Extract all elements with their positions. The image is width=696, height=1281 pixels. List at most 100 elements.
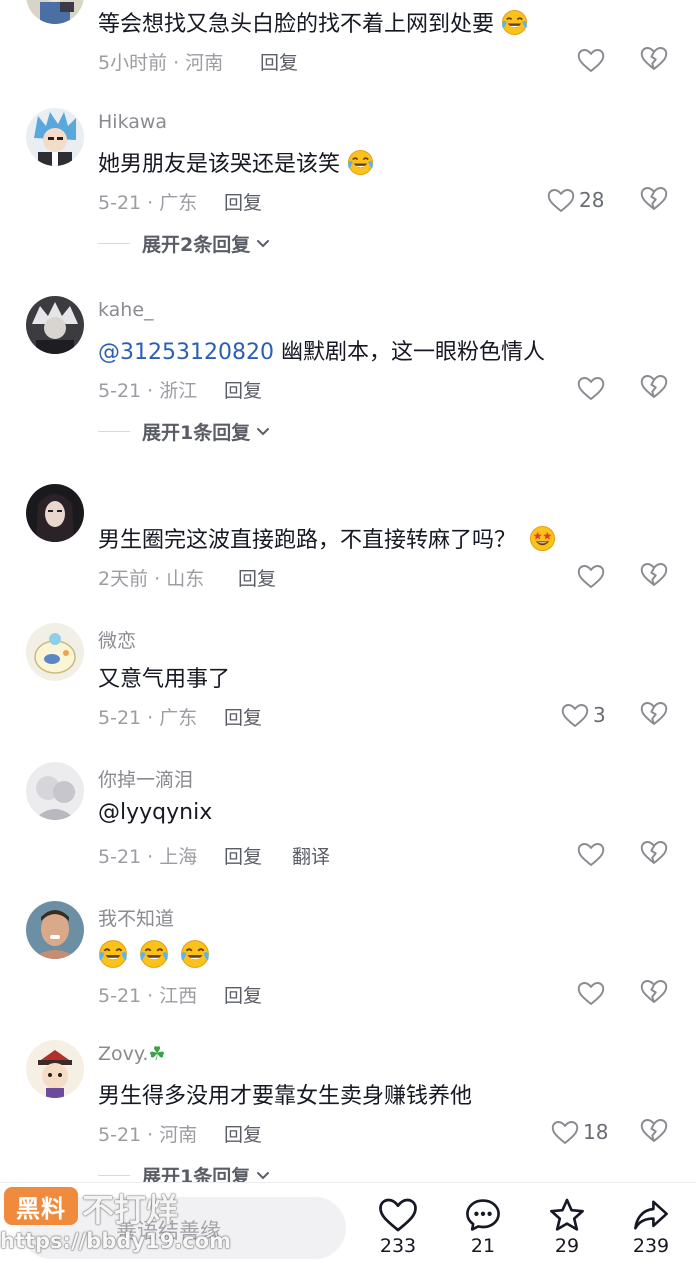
like-count: 28 bbox=[579, 188, 605, 212]
comment-text: @31253120820 幽默剧本，这一眼粉色情人 bbox=[98, 340, 545, 365]
laugh-cry-emoji bbox=[139, 939, 169, 969]
avatar[interactable] bbox=[26, 762, 84, 820]
like-action-button[interactable]: 233 bbox=[363, 1197, 433, 1257]
star-eyes-emoji bbox=[529, 525, 556, 552]
expand-replies-button[interactable]: 展开2条回复 bbox=[98, 230, 270, 257]
avatar[interactable] bbox=[26, 1040, 84, 1098]
comment-text bbox=[98, 939, 210, 969]
reply-button[interactable]: 回复 bbox=[224, 376, 262, 403]
dislike-icon[interactable] bbox=[640, 840, 668, 865]
watermark-title: 不打烊 bbox=[82, 1191, 179, 1229]
avatar[interactable] bbox=[26, 296, 84, 354]
heart-icon bbox=[547, 188, 575, 213]
comment-icon bbox=[466, 1199, 500, 1231]
comment-action-count: 21 bbox=[470, 1235, 496, 1257]
comment-username[interactable]: kahe_ bbox=[98, 299, 154, 321]
divider bbox=[98, 1175, 130, 1176]
comment-text: 男生得多没用才要靠女生卖身赚钱养他 bbox=[98, 1084, 473, 1109]
watermark-badge: 黑料 bbox=[4, 1187, 78, 1225]
star-icon bbox=[550, 1198, 584, 1231]
comment-meta: 5-21 · 广东 bbox=[98, 192, 198, 214]
comment-meta: 5-21 · 江西 bbox=[98, 985, 198, 1007]
comment-text: 等会想找又急头白脸的找不着上网到处要 bbox=[98, 6, 528, 38]
avatar[interactable] bbox=[26, 623, 84, 681]
watermark-url: https://bbdy19.com bbox=[0, 1229, 232, 1253]
dislike-icon[interactable] bbox=[640, 1118, 668, 1143]
like-button[interactable]: 28 bbox=[547, 186, 604, 214]
like-button[interactable] bbox=[577, 840, 605, 868]
divider bbox=[98, 243, 130, 244]
laugh-cry-emoji bbox=[347, 149, 374, 176]
laugh-cry-emoji bbox=[98, 939, 128, 969]
comment-meta: 5-21 · 浙江 bbox=[98, 380, 198, 402]
heart-icon bbox=[577, 376, 605, 401]
share-action-button[interactable]: 239 bbox=[616, 1197, 686, 1257]
avatar[interactable] bbox=[26, 901, 84, 959]
comment-meta: 5-21 · 上海 bbox=[98, 846, 198, 868]
comment-action-button[interactable]: 21 bbox=[448, 1197, 518, 1257]
reply-button[interactable]: 回复 bbox=[238, 564, 276, 591]
chevron-down-icon bbox=[256, 427, 270, 437]
expand-replies-button[interactable]: 展开1条回复 bbox=[98, 418, 270, 445]
comment-username[interactable]: 微恋 bbox=[98, 626, 136, 653]
comment-username[interactable]: Zovy.☘ bbox=[98, 1043, 166, 1065]
comment-username[interactable]: 你掉一滴泪 bbox=[98, 765, 193, 792]
mention-link[interactable]: @lyyqynix bbox=[98, 800, 212, 825]
heart-icon bbox=[577, 981, 605, 1006]
dislike-icon[interactable] bbox=[640, 979, 668, 1004]
comment-text: @lyyqynix bbox=[98, 800, 212, 825]
heart-icon bbox=[577, 48, 605, 73]
favorite-action-button[interactable]: 29 bbox=[532, 1197, 602, 1257]
bottom-action-bar: 善语结善缘 黑料 不打烊 https://bbdy19.com 233 21 2… bbox=[0, 1182, 696, 1281]
reply-button[interactable]: 回复 bbox=[224, 842, 262, 869]
comment-text: 又意气用事了 bbox=[98, 667, 231, 692]
comment-meta: 5-21 · 河南 bbox=[98, 1124, 198, 1146]
clover-icon: ☘ bbox=[148, 1043, 166, 1065]
heart-icon bbox=[577, 842, 605, 867]
like-action-count: 233 bbox=[379, 1235, 417, 1257]
reply-button[interactable]: 回复 bbox=[224, 981, 262, 1008]
like-button[interactable] bbox=[577, 46, 605, 74]
like-count: 3 bbox=[593, 703, 606, 727]
share-icon bbox=[634, 1200, 668, 1230]
like-button[interactable]: 18 bbox=[551, 1118, 608, 1146]
avatar[interactable] bbox=[26, 484, 84, 542]
favorite-action-count: 29 bbox=[554, 1235, 580, 1257]
dislike-icon[interactable] bbox=[640, 701, 668, 726]
heart-icon bbox=[379, 1198, 417, 1232]
comment-text: 她男朋友是该哭还是该笑 bbox=[98, 146, 374, 178]
reply-button[interactable]: 回复 bbox=[224, 1120, 262, 1147]
divider bbox=[98, 431, 130, 432]
comment-meta: 5小时前 · 河南 bbox=[98, 52, 224, 74]
chevron-down-icon bbox=[256, 239, 270, 249]
like-button[interactable] bbox=[577, 979, 605, 1007]
dislike-icon[interactable] bbox=[640, 186, 668, 211]
dislike-icon[interactable] bbox=[640, 374, 668, 399]
reply-button[interactable]: 回复 bbox=[260, 48, 298, 75]
share-action-count: 239 bbox=[632, 1235, 670, 1257]
laugh-cry-emoji bbox=[180, 939, 210, 969]
translate-button[interactable]: 翻译 bbox=[292, 842, 330, 869]
comment-meta: 5-21 · 广东 bbox=[98, 707, 198, 729]
comment-text: 男生圈完这波直接跑路，不直接转麻了吗？ bbox=[98, 522, 556, 554]
like-button[interactable] bbox=[577, 374, 605, 402]
mention-link[interactable]: @31253120820 bbox=[98, 340, 274, 365]
heart-icon bbox=[561, 703, 589, 728]
chevron-down-icon bbox=[256, 1171, 270, 1181]
reply-button[interactable]: 回复 bbox=[224, 703, 262, 730]
avatar[interactable] bbox=[26, 108, 84, 166]
laugh-cry-emoji bbox=[501, 9, 528, 36]
heart-icon bbox=[577, 564, 605, 589]
heart-icon bbox=[551, 1120, 579, 1145]
reply-button[interactable]: 回复 bbox=[224, 188, 262, 215]
expand-replies-label: 展开2条回复 bbox=[142, 234, 251, 256]
like-count: 18 bbox=[583, 1120, 609, 1144]
expand-replies-label: 展开1条回复 bbox=[142, 422, 251, 444]
comment-username[interactable]: Hikawa bbox=[98, 111, 167, 133]
avatar[interactable] bbox=[26, 0, 84, 24]
dislike-icon[interactable] bbox=[640, 46, 668, 71]
like-button[interactable] bbox=[577, 562, 605, 590]
comment-username[interactable]: 我不知道 bbox=[98, 904, 174, 931]
dislike-icon[interactable] bbox=[640, 562, 668, 587]
like-button[interactable]: 3 bbox=[561, 701, 606, 729]
